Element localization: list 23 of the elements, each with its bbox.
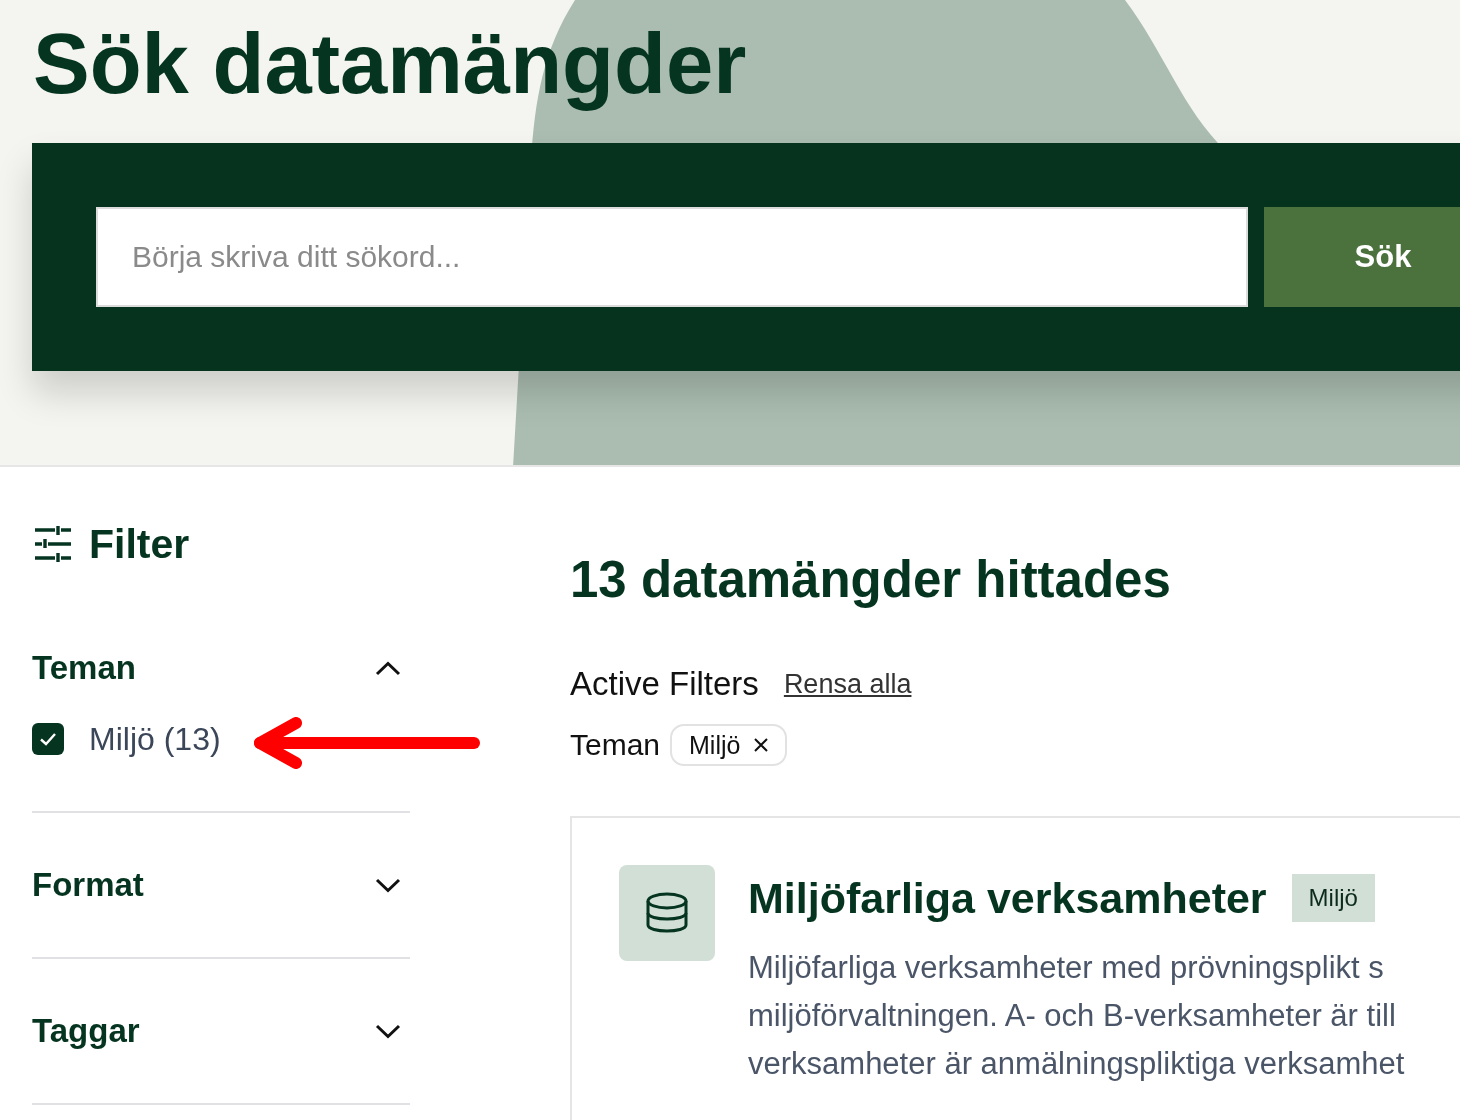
dataset-description: Miljöfarliga verksamheter med prövningsplikt s miljöförvaltningen. A- och B-verksamheter är till verksamheter är anmälningspliktiga verksamhet xyxy=(748,949,1406,1083)
checkbox[interactable] xyxy=(32,723,64,755)
filter-group-toggle[interactable]: Format xyxy=(32,860,410,910)
database-icon xyxy=(619,865,715,961)
filter-group-toggle[interactable]: Taggar xyxy=(32,1006,410,1056)
sliders-icon xyxy=(35,526,71,562)
active-filters-label: Active Filters xyxy=(570,665,759,703)
filter-option-label[interactable]: Miljö (13) xyxy=(89,720,221,758)
search-field[interactable]: Börja skriva ditt sökord... xyxy=(96,207,1248,307)
close-icon xyxy=(754,738,769,752)
chevron-up-icon xyxy=(375,660,401,676)
filter-group-label: Teman xyxy=(570,728,661,762)
filter-heading: Filter xyxy=(89,520,190,568)
filter-chip[interactable]: Miljö xyxy=(670,724,788,766)
results-heading: 13 datamängder hittades xyxy=(570,552,1172,608)
chevron-down-icon xyxy=(375,1023,401,1039)
chevron-down-icon xyxy=(375,877,401,893)
dataset-title[interactable]: Miljöfarliga verksamheter xyxy=(748,873,1267,923)
page-title: Sök datamängder xyxy=(33,19,748,109)
clear-all-link[interactable]: Rensa alla xyxy=(783,668,912,700)
search-button[interactable]: Sök xyxy=(1264,207,1460,307)
filter-group-toggle[interactable]: Teman xyxy=(32,643,410,693)
category-tag: Miljö xyxy=(1291,874,1375,922)
